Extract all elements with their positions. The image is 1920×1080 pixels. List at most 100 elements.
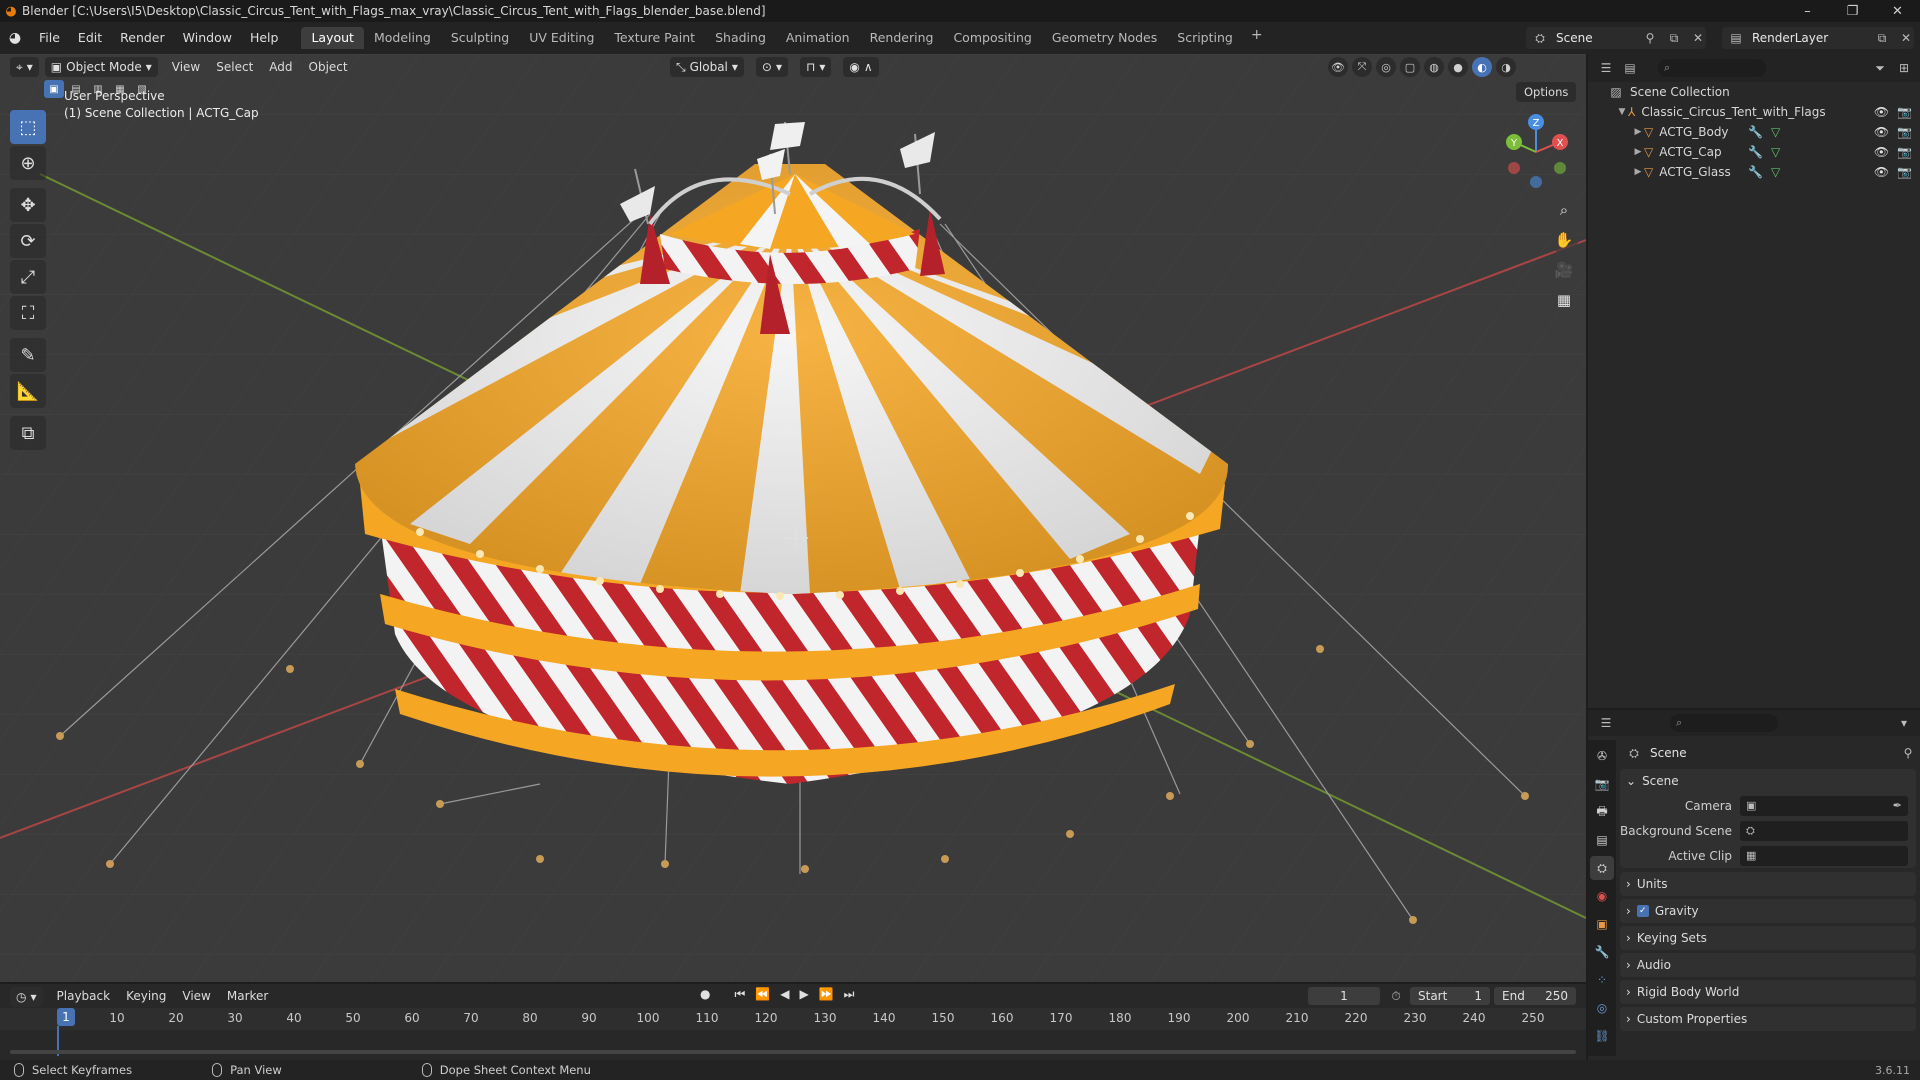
menu-file[interactable]: File <box>30 27 69 49</box>
neg-z-axis-icon[interactable] <box>1530 176 1542 188</box>
xray-icon[interactable]: ▢ <box>1400 57 1420 77</box>
add-cube-tool-icon[interactable]: ⧉ <box>10 416 46 450</box>
tab-shading[interactable]: Shading <box>705 27 776 49</box>
properties-search-input[interactable]: ⌕ <box>1670 714 1778 732</box>
tab-sculpting[interactable]: Sculpting <box>441 27 519 49</box>
menu-help[interactable]: Help <box>241 27 288 49</box>
scene-panel-header[interactable]: ⌄ Scene <box>1620 769 1916 793</box>
background-scene-input[interactable]: ⛭ <box>1740 820 1908 841</box>
tab-scripting[interactable]: Scripting <box>1167 27 1243 49</box>
mesh-data-icon[interactable]: ▽ <box>1771 125 1780 139</box>
filter-icon[interactable]: ⏷ <box>1872 60 1888 76</box>
output-tab-icon[interactable]: 🖶 <box>1590 800 1614 824</box>
3d-viewport[interactable]: ⌖ ▾ ▣ Object Mode ▾ View Select Add Objec… <box>0 54 1586 982</box>
orientation-dropdown[interactable]: ⤡ Global ▾ <box>670 57 744 77</box>
render-camera-icon[interactable]: 📷 <box>1897 125 1912 139</box>
cursor-tool-icon[interactable]: ⊕ <box>10 146 46 180</box>
constraint-tab-icon[interactable]: ⛓ <box>1590 1024 1614 1048</box>
tab-geometry-nodes[interactable]: Geometry Nodes <box>1042 27 1167 49</box>
visibility-eye-icon[interactable]: 👁 <box>1874 165 1889 179</box>
move-tool-icon[interactable]: ✥ <box>10 188 46 222</box>
timeline-menu-keying[interactable]: Keying <box>118 989 174 1003</box>
outliner-object-row[interactable]: ▶ ▽ ACTG_Body 🔧 ▽ 👁 📷 <box>1588 122 1920 142</box>
record-icon[interactable]: ● <box>700 987 710 1002</box>
physics-tab-icon[interactable]: ◎ <box>1590 996 1614 1020</box>
viewport-menu-object[interactable]: Object <box>301 60 356 74</box>
outliner-object-row[interactable]: ▶ ▽ ACTG_Glass 🔧 ▽ 👁 📷 <box>1588 162 1920 182</box>
close-icon[interactable]: ✕ <box>1875 0 1920 22</box>
wireframe-shading-icon[interactable]: ◍ <box>1424 57 1444 77</box>
expand-chevron-icon[interactable]: ▶ <box>1632 147 1644 157</box>
view-layer-tab-icon[interactable]: ▤ <box>1590 828 1614 852</box>
scale-tool-icon[interactable]: ⤢ <box>10 260 46 294</box>
maximize-icon[interactable]: ❐ <box>1830 0 1875 22</box>
next-keyframe-icon[interactable]: ⏩ <box>819 987 834 1002</box>
expand-chevron-icon[interactable]: ▶ <box>1632 167 1644 177</box>
jump-end-icon[interactable]: ⏭ <box>844 987 855 1002</box>
material-shading-icon[interactable]: ◐ <box>1472 57 1492 77</box>
pivot-dropdown[interactable]: ⊙ ▾ <box>755 57 789 77</box>
menu-edit[interactable]: Edit <box>69 27 111 49</box>
add-workspace-icon[interactable]: + <box>1243 27 1271 49</box>
scene-tab-icon[interactable]: ⛭ <box>1590 856 1614 880</box>
tab-modeling[interactable]: Modeling <box>364 27 441 49</box>
render-camera-icon[interactable]: 📷 <box>1897 165 1912 179</box>
current-frame-field[interactable]: 1 <box>1308 987 1380 1005</box>
expand-chevron-icon[interactable]: ▼ <box>1616 107 1628 117</box>
visibility-icon[interactable]: 👁 <box>1328 57 1348 77</box>
transform-tool-icon[interactable]: ⛶ <box>10 296 46 330</box>
custom-properties-panel-header[interactable]: › Custom Properties <box>1620 1007 1916 1031</box>
editor-type-button[interactable]: ⌖ ▾ <box>10 57 39 77</box>
modifier-tab-icon[interactable]: 🔧 <box>1590 940 1614 964</box>
new-view-layer-icon[interactable]: ⧉ <box>1874 30 1890 46</box>
jump-start-icon[interactable]: ⏮ <box>734 987 745 1002</box>
chevron-down-icon[interactable]: ▾ <box>1896 715 1912 731</box>
viewport-menu-view[interactable]: View <box>164 60 208 74</box>
annotate-tool-icon[interactable]: ✎ <box>10 338 46 372</box>
delete-scene-icon[interactable]: ✕ <box>1690 30 1706 46</box>
select-box-tool-icon[interactable]: ⬚ <box>10 110 46 144</box>
tool-tab-icon[interactable]: ✇ <box>1590 744 1614 768</box>
render-camera-icon[interactable]: 📷 <box>1897 105 1912 119</box>
modifier-wrench-icon[interactable]: 🔧 <box>1748 165 1763 179</box>
neg-x-axis-icon[interactable] <box>1508 162 1520 174</box>
ortho-grid-icon[interactable]: ▦ <box>1550 286 1578 314</box>
keying-sets-panel-header[interactable]: › Keying Sets <box>1620 926 1916 950</box>
navigation-gizmo[interactable]: Z X Y <box>1496 112 1576 192</box>
timeline-editor-button[interactable]: ◷ ▾ <box>10 987 43 1007</box>
blender-menu-icon[interactable]: ◕ <box>0 30 30 46</box>
viewport-menu-select[interactable]: Select <box>208 60 261 74</box>
outliner-scene-collection[interactable]: ▨ Scene Collection <box>1588 82 1920 102</box>
outliner-search-input[interactable]: ⌕ <box>1658 59 1766 77</box>
expand-chevron-icon[interactable]: ▶ <box>1632 127 1644 137</box>
modifier-wrench-icon[interactable]: 🔧 <box>1748 145 1763 159</box>
zoom-icon[interactable]: ⌕ <box>1550 196 1578 224</box>
minimize-icon[interactable]: – <box>1785 0 1830 22</box>
frame-ruler[interactable]: 10 20 30 40 50 60 70 80 90 100 110 120 130 140 150 160 1… <box>0 1008 1586 1030</box>
rigid-body-world-panel-header[interactable]: › Rigid Body World <box>1620 980 1916 1004</box>
active-clip-input[interactable]: ▦ <box>1740 845 1908 866</box>
tab-compositing[interactable]: Compositing <box>943 27 1041 49</box>
snap-toggle[interactable]: ⊓ ▾ <box>800 57 832 77</box>
eyedropper-icon[interactable]: ✒ <box>1893 799 1902 812</box>
timeline-menu-view[interactable]: View <box>174 989 218 1003</box>
select-new-icon[interactable]: ▣ <box>44 80 64 98</box>
visibility-eye-icon[interactable]: 👁 <box>1874 145 1889 159</box>
timeline-menu-playback[interactable]: Playback <box>49 989 119 1003</box>
viewport-menu-add[interactable]: Add <box>261 60 300 74</box>
measure-tool-icon[interactable]: 📐 <box>10 374 46 408</box>
tab-layout[interactable]: Layout <box>301 27 364 49</box>
render-camera-icon[interactable]: 📷 <box>1897 145 1912 159</box>
gravity-panel-header[interactable]: › ✓ Gravity <box>1620 899 1916 923</box>
end-frame-field[interactable]: End 250 <box>1494 987 1576 1005</box>
tab-rendering[interactable]: Rendering <box>860 27 944 49</box>
camera-view-icon[interactable]: 🎥 <box>1550 256 1578 284</box>
play-reverse-icon[interactable]: ◀ <box>780 987 789 1002</box>
tab-uv-editing[interactable]: UV Editing <box>519 27 604 49</box>
modifier-wrench-icon[interactable]: 🔧 <box>1748 125 1763 139</box>
rendered-shading-icon[interactable]: ◑ <box>1496 57 1516 77</box>
new-scene-icon[interactable]: ⧉ <box>1666 30 1682 46</box>
outliner-editor-icon[interactable]: ☰ <box>1598 60 1614 76</box>
view-layer-selector[interactable]: ▤ RenderLayer ⧉ ✕ <box>1722 27 1914 49</box>
neg-y-axis-icon[interactable] <box>1554 162 1566 174</box>
